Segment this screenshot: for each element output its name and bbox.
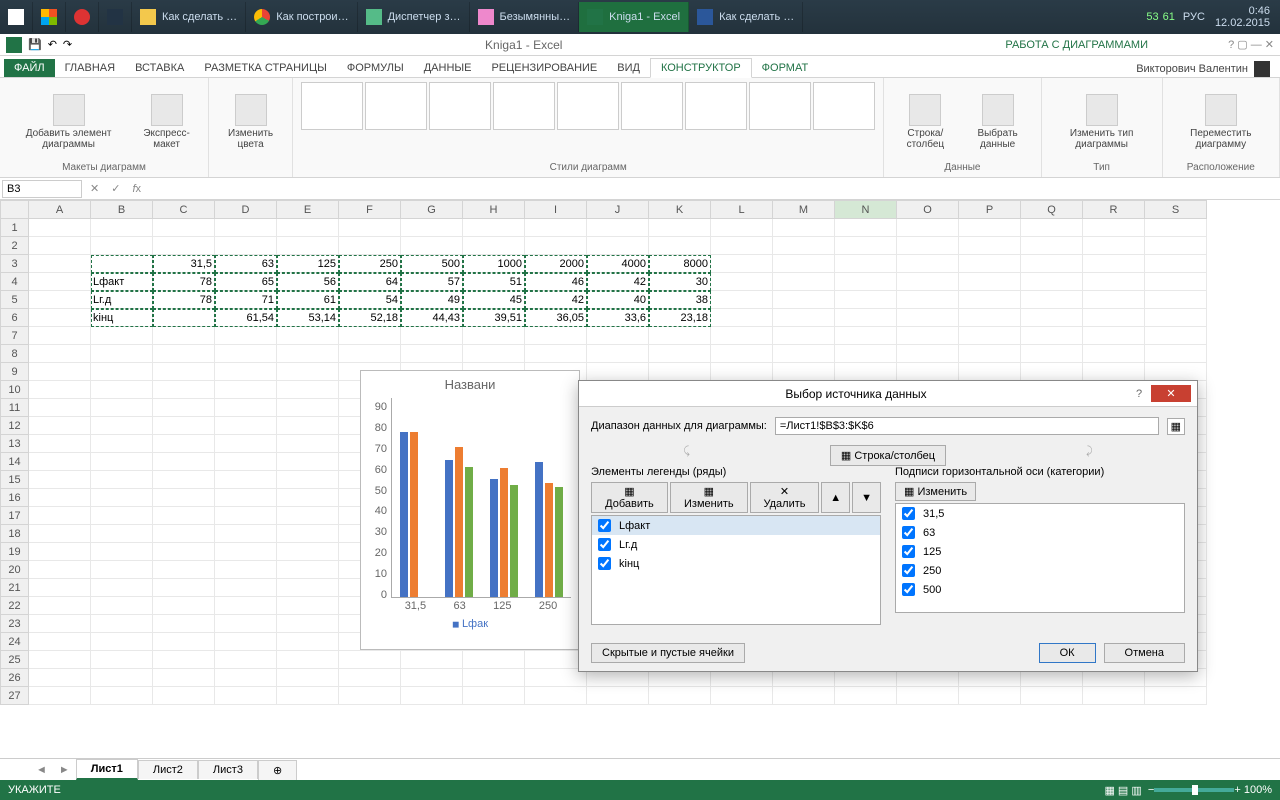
excel-icon (6, 37, 22, 53)
sheet-tab-1[interactable]: Лист1 (76, 759, 138, 780)
context-tab-title: РАБОТА С ДИАГРАММАМИ (975, 39, 1178, 51)
chart-plot-area (391, 398, 571, 598)
tab-view[interactable]: ВИД (607, 59, 650, 77)
dialog-close-button[interactable]: ✕ (1151, 385, 1191, 402)
start-button[interactable] (0, 2, 33, 32)
view-pagebreak-icon[interactable]: ▥ (1131, 784, 1141, 797)
name-box[interactable] (2, 180, 82, 198)
zoom-level[interactable]: 100% (1244, 784, 1272, 796)
tab-file[interactable]: ФАЙЛ (4, 59, 55, 77)
tab-review[interactable]: РЕЦЕНЗИРОВАНИЕ (481, 59, 607, 77)
qat-save-icon[interactable]: 💾 (28, 38, 42, 51)
select-data-source-dialog: Выбор источника данных ? ✕ Диапазон данн… (578, 380, 1198, 672)
taskbar-excel[interactable]: Kniga1 - Excel (579, 2, 689, 32)
range-picker-icon[interactable]: ▦ (1167, 418, 1185, 435)
sheet-nav-next[interactable]: ► (53, 764, 76, 776)
ribbon: Добавить элемент диаграммы Экспресс-маке… (0, 78, 1280, 178)
cancel-icon[interactable]: ✕ (84, 182, 105, 195)
tray-lang[interactable]: РУС (1183, 11, 1205, 23)
status-bar: УКАЖИТЕ ▦ ▤ ▥ − + 100% (0, 780, 1280, 800)
ribbon-group-data: Строка/столбец Выбрать данные Данные (884, 78, 1042, 177)
change-chart-type-button[interactable]: Изменить тип диаграммы (1050, 92, 1154, 152)
chart-x-axis: 31,563125250 (391, 600, 571, 612)
new-sheet-button[interactable]: ⊕ (258, 760, 297, 780)
window-title: Kniga1 - Excel (78, 38, 969, 52)
edit-series-button[interactable]: ▦ Изменить (670, 482, 748, 513)
quick-access-bar: 💾 ↶ ↷ Kniga1 - Excel РАБОТА С ДИАГРАММАМ… (0, 34, 1280, 56)
ribbon-group-styles: Стили диаграмм (293, 78, 884, 177)
taskbar-opera[interactable] (66, 2, 99, 32)
dialog-title: Выбор источника данных (585, 387, 1127, 401)
ribbon-group-layouts: Добавить элемент диаграммы Экспресс-маке… (0, 78, 209, 177)
taskbar-explorer[interactable]: Как сделать … (132, 2, 246, 32)
dialog-help-button[interactable]: ? (1127, 388, 1151, 400)
add-chart-element-button[interactable]: Добавить элемент диаграммы (8, 92, 129, 152)
range-label: Диапазон данных для диаграммы: (591, 420, 767, 432)
sheet-tab-3[interactable]: Лист3 (198, 760, 258, 779)
tab-formulas[interactable]: ФОРМУЛЫ (337, 59, 414, 77)
fx-icon[interactable]: fx (126, 183, 147, 195)
ok-button[interactable]: ОК (1039, 643, 1096, 663)
switch-row-column-dialog-button[interactable]: ▦ Строка/столбец (830, 445, 946, 466)
tab-insert[interactable]: ВСТАВКА (125, 59, 194, 77)
tab-pagelayout[interactable]: РАЗМЕТКА СТРАНИЦЫ (194, 59, 336, 77)
quick-layout-button[interactable]: Экспресс-макет (133, 92, 200, 152)
tray-clock[interactable]: 0:4612.02.2015 (1205, 5, 1280, 29)
user-account[interactable]: Викторович Валентин (1136, 61, 1280, 77)
qat-undo-icon[interactable]: ↶ (48, 38, 57, 51)
series-listbox[interactable]: Lфакт Lг.д kінц (591, 515, 881, 625)
sheet-tabs: ◄ ► Лист1 Лист2 Лист3 ⊕ (0, 758, 1280, 780)
view-pagelayout-icon[interactable]: ▤ (1118, 784, 1128, 797)
move-up-button[interactable]: ▲ (821, 482, 850, 513)
ribbon-tabs: ФАЙЛ ГЛАВНАЯ ВСТАВКА РАЗМЕТКА СТРАНИЦЫ Ф… (0, 56, 1280, 78)
zoom-slider[interactable] (1154, 788, 1234, 792)
taskbar-taskmgr[interactable]: Диспетчер з… (358, 2, 470, 32)
status-mode: УКАЖИТЕ (8, 784, 61, 796)
ribbon-group-colors: Изменить цвета (209, 78, 293, 177)
select-data-button[interactable]: Выбрать данные (963, 92, 1033, 152)
legend-entries-panel: Элементы легенды (ряды) ▦ Добавить ▦ Изм… (591, 466, 881, 625)
axis-labels-panel: Подписи горизонтальной оси (категории) ▦… (895, 466, 1185, 625)
chart-legend: ◼ Lфак (361, 612, 579, 630)
formula-bar: ✕ ✓ fx (0, 178, 1280, 200)
sheet-tab-2[interactable]: Лист2 (138, 760, 198, 779)
tab-home[interactable]: ГЛАВНАЯ (55, 59, 125, 77)
tab-design[interactable]: КОНСТРУКТОР (650, 58, 752, 78)
windows-taskbar: Как сделать … Как построи… Диспетчер з… … (0, 0, 1280, 34)
tab-format[interactable]: ФОРМАТ (752, 59, 819, 77)
taskbar-chrome[interactable]: Как построи… (246, 2, 357, 32)
ribbon-group-location: Переместить диаграмму Расположение (1163, 78, 1280, 177)
chart-title: Названи (361, 371, 579, 398)
taskbar-paint[interactable]: Безымянны… (470, 2, 580, 32)
change-colors-button[interactable]: Изменить цвета (217, 92, 284, 152)
add-series-button[interactable]: ▦ Добавить (591, 482, 668, 513)
chart-styles-gallery[interactable] (301, 82, 875, 130)
cancel-button[interactable]: Отмена (1104, 643, 1185, 663)
tab-data[interactable]: ДАННЫЕ (414, 59, 482, 77)
sheet-nav-prev[interactable]: ◄ (30, 764, 53, 776)
move-down-button[interactable]: ▼ (852, 482, 881, 513)
tray-signal: 61 (1163, 11, 1175, 23)
embedded-chart[interactable]: Названи 9080706050403020100 31,563125250… (360, 370, 580, 650)
remove-series-button[interactable]: ✕ Удалить (750, 482, 820, 513)
qat-redo-icon[interactable]: ↷ (63, 38, 72, 51)
formula-input[interactable] (147, 187, 1280, 191)
taskbar-apps[interactable] (33, 2, 66, 32)
tray-battery: 53 (1146, 11, 1158, 23)
zoom-in-button[interactable]: + (1234, 784, 1240, 796)
chart-data-range-input[interactable] (775, 417, 1159, 435)
avatar (1254, 61, 1270, 77)
move-chart-button[interactable]: Переместить диаграмму (1171, 92, 1271, 152)
chart-y-axis: 9080706050403020100 (367, 401, 387, 601)
taskbar-xmplay[interactable] (99, 2, 132, 32)
switch-row-column-button[interactable]: Строка/столбец (892, 92, 958, 152)
categories-listbox[interactable]: 31,5 63 125 250 500 (895, 503, 1185, 613)
view-normal-icon[interactable]: ▦ (1104, 784, 1114, 797)
enter-icon[interactable]: ✓ (105, 182, 126, 195)
hidden-cells-button[interactable]: Скрытые и пустые ячейки (591, 643, 745, 663)
swap-arrows-icon: ⤹ ▦ Строка/столбец ⤸ (591, 445, 1185, 466)
edit-axis-labels-button[interactable]: ▦ Изменить (895, 482, 976, 501)
ribbon-group-type: Изменить тип диаграммы Тип (1042, 78, 1163, 177)
taskbar-word[interactable]: Как сделать … (689, 2, 803, 32)
